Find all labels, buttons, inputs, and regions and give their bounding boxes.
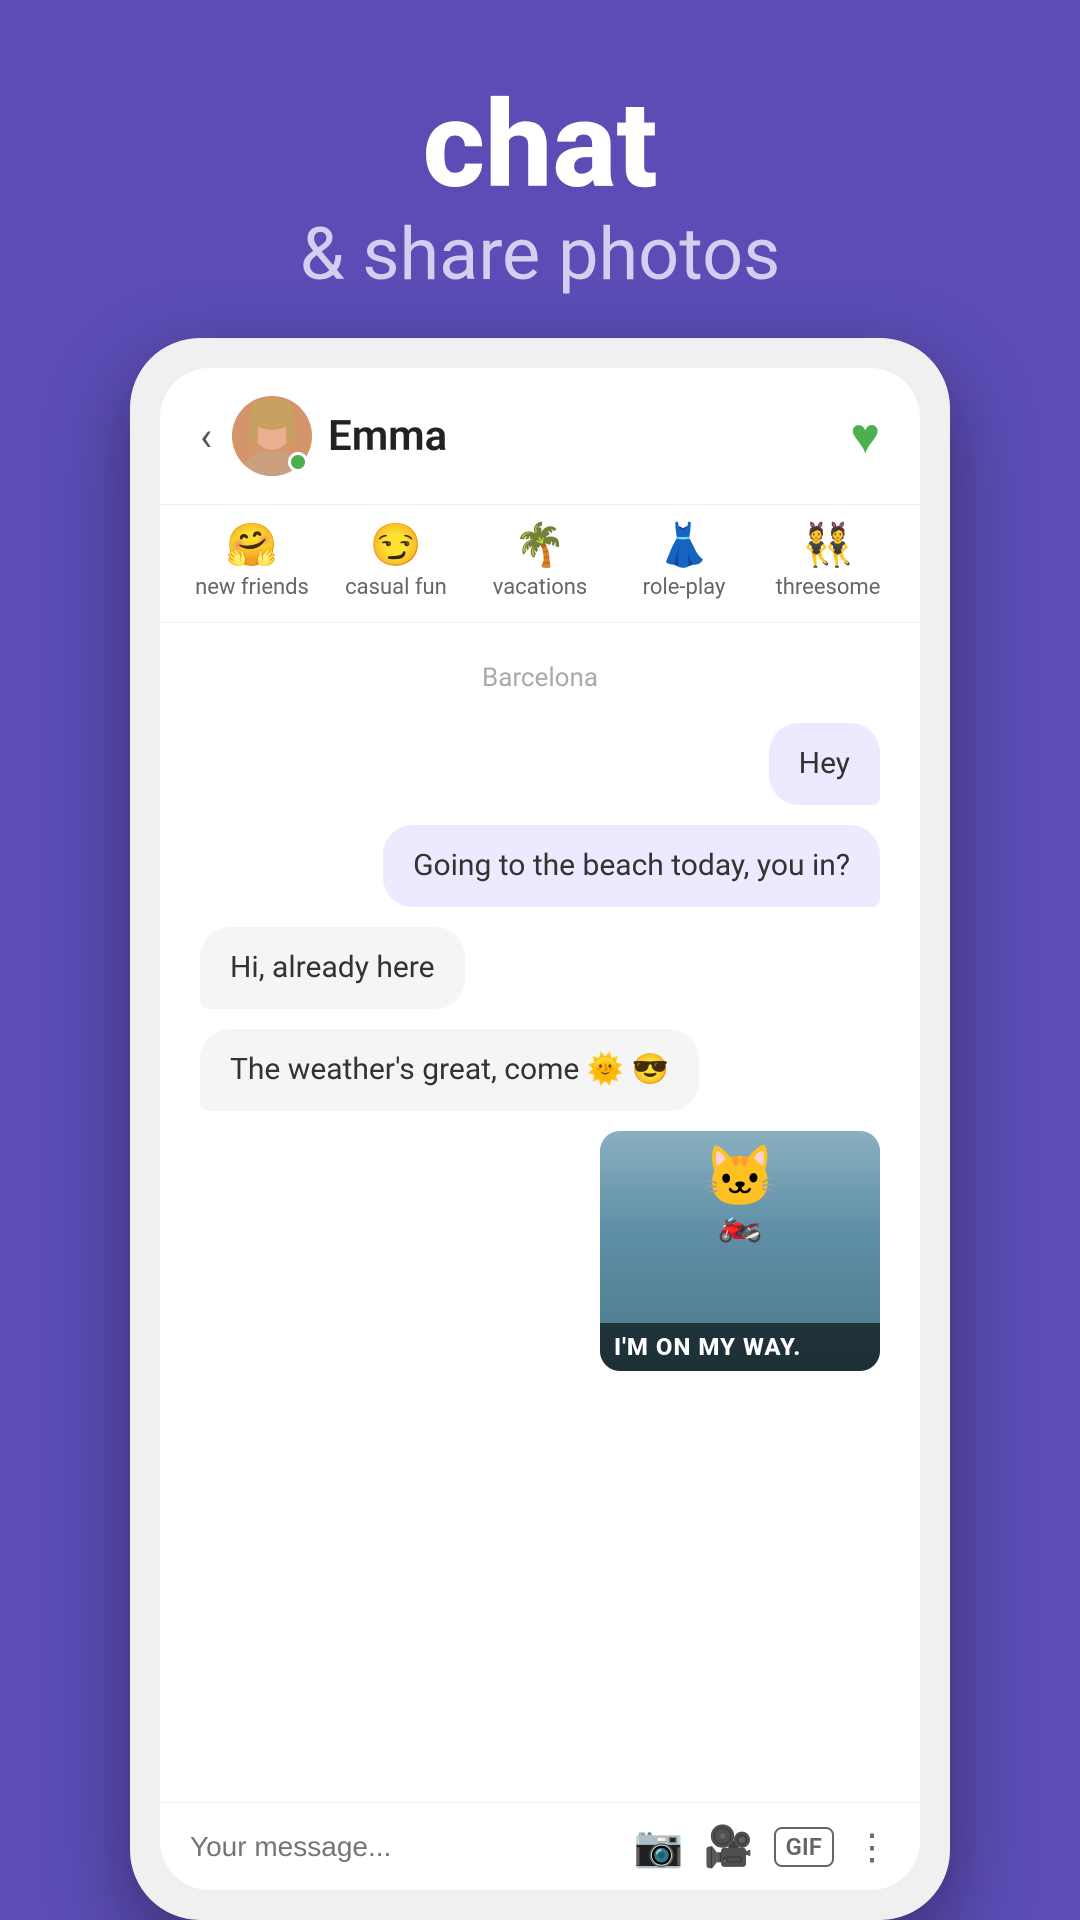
message-1: Hey [769, 723, 880, 805]
message-3: Hi, already here [200, 927, 465, 1009]
page-subtitle: & share photos [300, 212, 781, 298]
avatar-container [232, 396, 312, 476]
message-2: Going to the beach today, you in? [383, 825, 880, 907]
chat-header: ‹ [160, 368, 920, 505]
role-play-icon: 👗 [658, 525, 710, 567]
new-friends-icon: 🤗 [226, 525, 278, 567]
contact-name: Emma [328, 412, 850, 461]
message-4: The weather's great, come 🌞 😎 [200, 1029, 699, 1111]
more-button[interactable]: ⋮ [854, 1826, 890, 1868]
video-button[interactable]: 🎥 [704, 1823, 754, 1870]
threesome-label: threesome [776, 575, 881, 601]
camera-button[interactable]: 📷 [634, 1823, 684, 1870]
location-tag: Barcelona [200, 653, 880, 703]
chat-area: Barcelona Hey Going to the beach today, … [160, 623, 920, 1802]
interest-threesome[interactable]: 👯 threesome [756, 525, 900, 601]
gif-button[interactable]: GIF [774, 1827, 834, 1867]
new-friends-label: new friends [195, 575, 309, 601]
heart-button[interactable]: ♥ [850, 407, 880, 466]
phone-inner: ‹ [160, 368, 920, 1890]
interests-bar: 🤗 new friends 😏 casual fun 🌴 vacations 👗… [160, 505, 920, 622]
online-indicator [288, 452, 308, 472]
gif-content: 🐱 🏍️ I'M ON MY WAY. [600, 1131, 880, 1371]
interest-casual-fun[interactable]: 😏 casual fun [324, 525, 468, 601]
header-section: chat & share photos [300, 80, 781, 298]
vacations-label: vacations [493, 575, 588, 601]
phone-frame: ‹ [130, 338, 950, 1920]
threesome-icon: 👯 [802, 525, 854, 567]
page-title: chat [300, 80, 781, 212]
interest-vacations[interactable]: 🌴 vacations [468, 525, 612, 601]
casual-fun-icon: 😏 [370, 525, 422, 567]
gif-message: 🐱 🏍️ I'M ON MY WAY. [600, 1131, 880, 1371]
role-play-label: role-play [643, 575, 726, 601]
vacations-icon: 🌴 [514, 525, 566, 567]
input-bar: 📷 🎥 GIF ⋮ [160, 1802, 920, 1890]
interest-new-friends[interactable]: 🤗 new friends [180, 525, 324, 601]
interest-role-play[interactable]: 👗 role-play [612, 525, 756, 601]
casual-fun-label: casual fun [345, 575, 447, 601]
gif-caption: I'M ON MY WAY. [600, 1323, 880, 1371]
message-input[interactable] [190, 1831, 614, 1863]
back-button[interactable]: ‹ [200, 413, 232, 460]
